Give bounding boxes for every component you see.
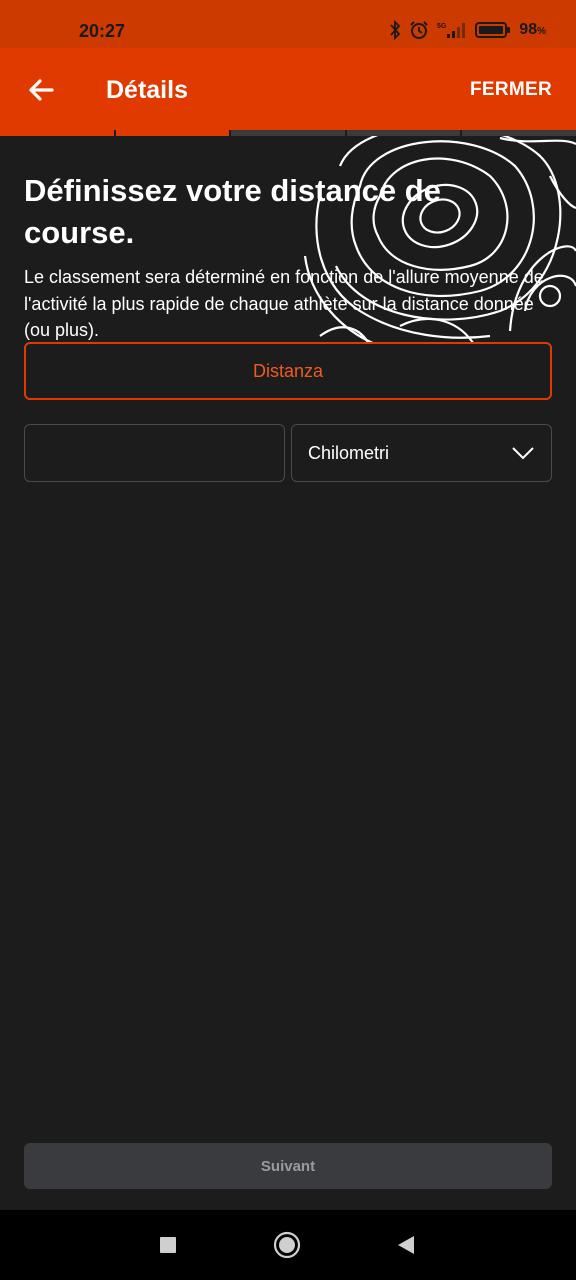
recents-square-icon[interactable] [159, 1236, 177, 1254]
signal-icon: 5G [437, 23, 466, 38]
battery-icon [475, 22, 511, 38]
bluetooth-icon [390, 20, 401, 40]
status-time: 20:27 [79, 21, 126, 41]
page-description: Le classement sera déterminé en fonction… [24, 267, 544, 340]
arrow-left-icon[interactable] [22, 70, 62, 110]
unit-selected-value: Chilometri [308, 442, 390, 463]
next-button[interactable]: Suivant [24, 1143, 552, 1189]
progress-step-1 [0, 130, 114, 136]
progress-step-2 [115, 130, 230, 136]
distance-button[interactable]: Distanza [24, 342, 552, 400]
chevron-down-icon [512, 447, 534, 460]
battery-percent: 98% [519, 21, 546, 38]
network-type: 5G [437, 23, 447, 30]
system-nav-bar [0, 1210, 576, 1280]
back-triangle-icon[interactable] [396, 1235, 416, 1255]
page-title: Détails [106, 76, 188, 104]
status-icons: 5G 98% [389, 20, 546, 40]
page-heading: Définissez votre distance de course. [24, 173, 441, 250]
status-bar: 20:27 5G 98% [0, 0, 576, 48]
close-button[interactable]: FERMER [470, 79, 552, 101]
distance-value-input[interactable] [24, 424, 285, 482]
app-bar: Détails FERMER [0, 48, 576, 132]
unit-select[interactable]: Chilometri [291, 424, 552, 482]
home-circle-icon[interactable] [273, 1231, 301, 1259]
alarm-icon [410, 21, 429, 39]
